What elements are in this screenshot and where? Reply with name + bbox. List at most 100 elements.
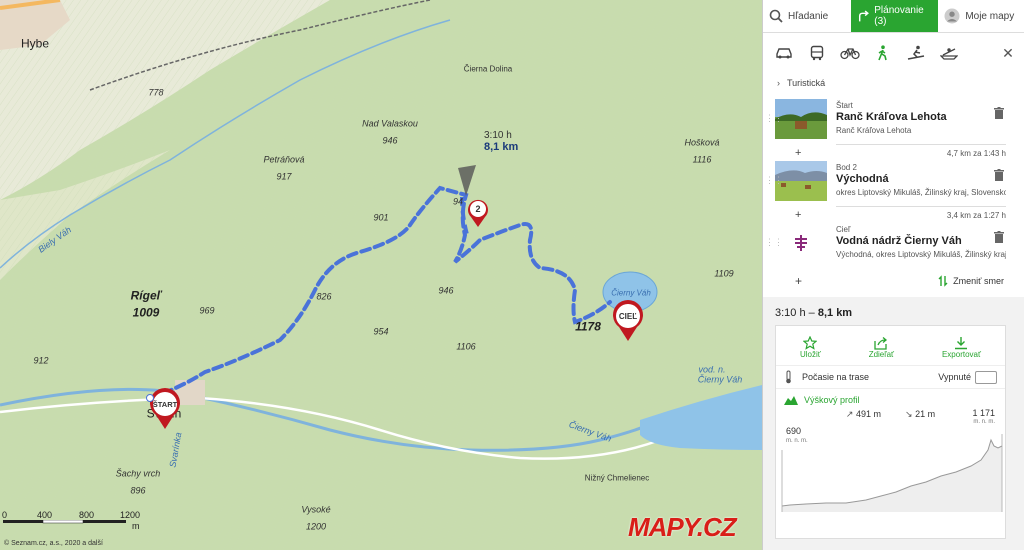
mapy-logo: MAPY.CZ [628, 512, 737, 542]
town-label-hybe: Hybe [20, 36, 50, 51]
save-label: Uložiť [799, 350, 821, 359]
start-point-dot [146, 394, 154, 402]
add-stop-icon[interactable]: + [795, 274, 802, 288]
elev-max: 1 171 [972, 408, 995, 418]
bike-icon [840, 48, 860, 60]
route-type-selector[interactable]: › Turistická [763, 73, 1024, 93]
peak-hoskova: Hošková [684, 137, 720, 148]
route-stops: ⋮⋮ Štart Ranč Kráľova Lehota Ranč Kráľov… [763, 93, 1024, 297]
peak-rigel: Rígeľ [130, 288, 162, 303]
reverse-route-label: Zmeniť smer [953, 276, 1004, 286]
stop-name-waypoint: Východná [836, 173, 889, 185]
chevron-right-icon: › [777, 78, 780, 88]
finish-pin-label: CIEĽ [619, 312, 637, 321]
peak-946: 946 [382, 135, 398, 146]
scale-1200: 1200 [120, 510, 141, 520]
thermometer-icon [786, 370, 791, 384]
peak-912: 912 [33, 355, 49, 366]
leg-1: + 4,7 km za 1:43 h [763, 145, 1024, 161]
copyright[interactable]: © Seznam.cz, a.s., 2020 a další [4, 540, 103, 547]
boat-icon [940, 48, 958, 60]
stop-waypoint[interactable]: ⋮⋮ Bod 2 Východná okres Liptovský Mikulá… [763, 161, 1024, 207]
peak-1200: 1200 [305, 521, 327, 532]
close-icon[interactable]: ✕ [998, 45, 1018, 62]
peak-nad-valaskou: Nad Valaskou [362, 118, 418, 129]
transport-modes: ✕ [763, 33, 1024, 73]
summary-distance: 8,1 km [817, 307, 853, 319]
ascent-icon: ↗ [845, 409, 854, 419]
toggle-switch[interactable] [975, 370, 997, 384]
drag-handle-icon[interactable]: ⋮⋮ [765, 113, 783, 124]
search-icon [769, 9, 783, 23]
save-button[interactable]: Uložiť [800, 336, 821, 359]
bus-icon [810, 45, 824, 61]
stop-finish[interactable]: ⋮⋮ Cieľ Vodná nádrž Čierny Váh Východná,… [763, 223, 1024, 269]
elevation-chart[interactable]: 690 m. n. m. 1 171 m. n. m. [776, 408, 1005, 512]
mode-boat[interactable] [934, 41, 964, 65]
share-icon [874, 337, 888, 350]
elevation-profile-header[interactable]: Výškový profil [776, 389, 1005, 409]
scale-400: 400 [37, 510, 53, 520]
mode-bus[interactable] [802, 41, 832, 65]
reverse-route-button[interactable]: Zmeniť smer [938, 275, 1004, 287]
stop-address-start: Ranč Kráľova Lehota [836, 126, 912, 135]
peak-1009: 1009 [132, 305, 160, 320]
scale-0: 0 [2, 510, 8, 520]
trash-icon[interactable] [994, 169, 1004, 181]
car-icon [776, 48, 792, 59]
descent-icon: ↘ [905, 409, 913, 419]
mode-bike[interactable] [835, 41, 865, 65]
add-waypoint-icon[interactable]: + [795, 147, 801, 159]
weather-state: Vypnuté [938, 372, 971, 382]
share-button[interactable]: Zdieľať [869, 336, 894, 359]
stop-kind-start: Štart [836, 101, 853, 110]
waypoint-pin-label: 2 [475, 204, 480, 214]
ski-icon [907, 45, 925, 60]
mode-car[interactable] [769, 41, 799, 65]
trash-icon[interactable] [994, 107, 1004, 119]
tab-planning[interactable]: Plánovanie (3) [850, 0, 939, 32]
descent-value: 21 m [915, 409, 936, 419]
peak-917: 917 [276, 171, 292, 182]
peak-1106: 1106 [456, 341, 476, 352]
map-layer [0, 0, 762, 550]
mode-ski[interactable] [901, 41, 931, 65]
weather-label: Počasie na trase [802, 372, 870, 382]
ascent-value: 491 m [855, 409, 881, 419]
export-button[interactable]: Exportovať [942, 336, 981, 359]
add-waypoint-icon[interactable]: + [795, 209, 801, 221]
start-pin-label: ŠTART [153, 400, 178, 409]
share-label: Zdieľať [868, 350, 895, 359]
mountain-icon [784, 396, 798, 405]
elevation-stats: ↗ 491 m ↘ 21 m [776, 409, 1005, 420]
user-icon [944, 8, 960, 24]
peak-sachy-vrch: Šachy vrch [115, 468, 161, 479]
route-type-label: Turistická [787, 78, 826, 88]
mode-hiking[interactable] [868, 41, 898, 65]
route-info-label: 3:10 h 8,1 km [484, 130, 518, 153]
drag-handle-icon[interactable]: ⋮⋮ [765, 175, 783, 186]
stop-name-start: Ranč Kráľova Lehota [836, 111, 947, 123]
route-details-card: Uložiť Zdieľať Exportovať Počasie na tra… [775, 325, 1006, 539]
elevation-profile-title: Výškový profil [804, 395, 860, 405]
drag-handle-icon[interactable]: ⋮⋮ [765, 237, 783, 248]
tab-search[interactable]: Hľadanie [763, 0, 851, 32]
weather-toggle[interactable]: Vypnuté [938, 370, 997, 384]
map-canvas[interactable]: Hybe Svarín Čierna Dolina Nižný Chmelien… [0, 0, 762, 550]
stop-start[interactable]: ⋮⋮ Štart Ranč Kráľova Lehota Ranč Kráľov… [763, 99, 1024, 145]
stop-address-waypoint: okres Liptovský Mikuláš, Žilinský kraj, … [836, 188, 1006, 197]
stop-kind-finish: Cieľ [836, 225, 851, 234]
summary-dash: – [808, 307, 815, 319]
peak-1109: 1109 [714, 268, 734, 279]
peak-petranova: Petráňová [263, 154, 305, 165]
descent-stat: ↘ 21 m [905, 409, 935, 420]
star-icon [803, 336, 818, 350]
peak-94: 94 [452, 196, 464, 207]
tab-my-maps[interactable]: Moje mapy [938, 0, 1024, 32]
ascent-stat: ↗ 491 m [846, 409, 881, 420]
stop-name-finish: Vodná nádrž Čierny Váh [836, 235, 962, 247]
label-cierna-dolina: Čierna Dolina [463, 64, 513, 74]
trash-icon[interactable] [994, 231, 1004, 243]
tab-search-label: Hľadanie [788, 10, 829, 22]
label-nizny-chmelienec: Nižný Chmelienec [584, 473, 650, 483]
